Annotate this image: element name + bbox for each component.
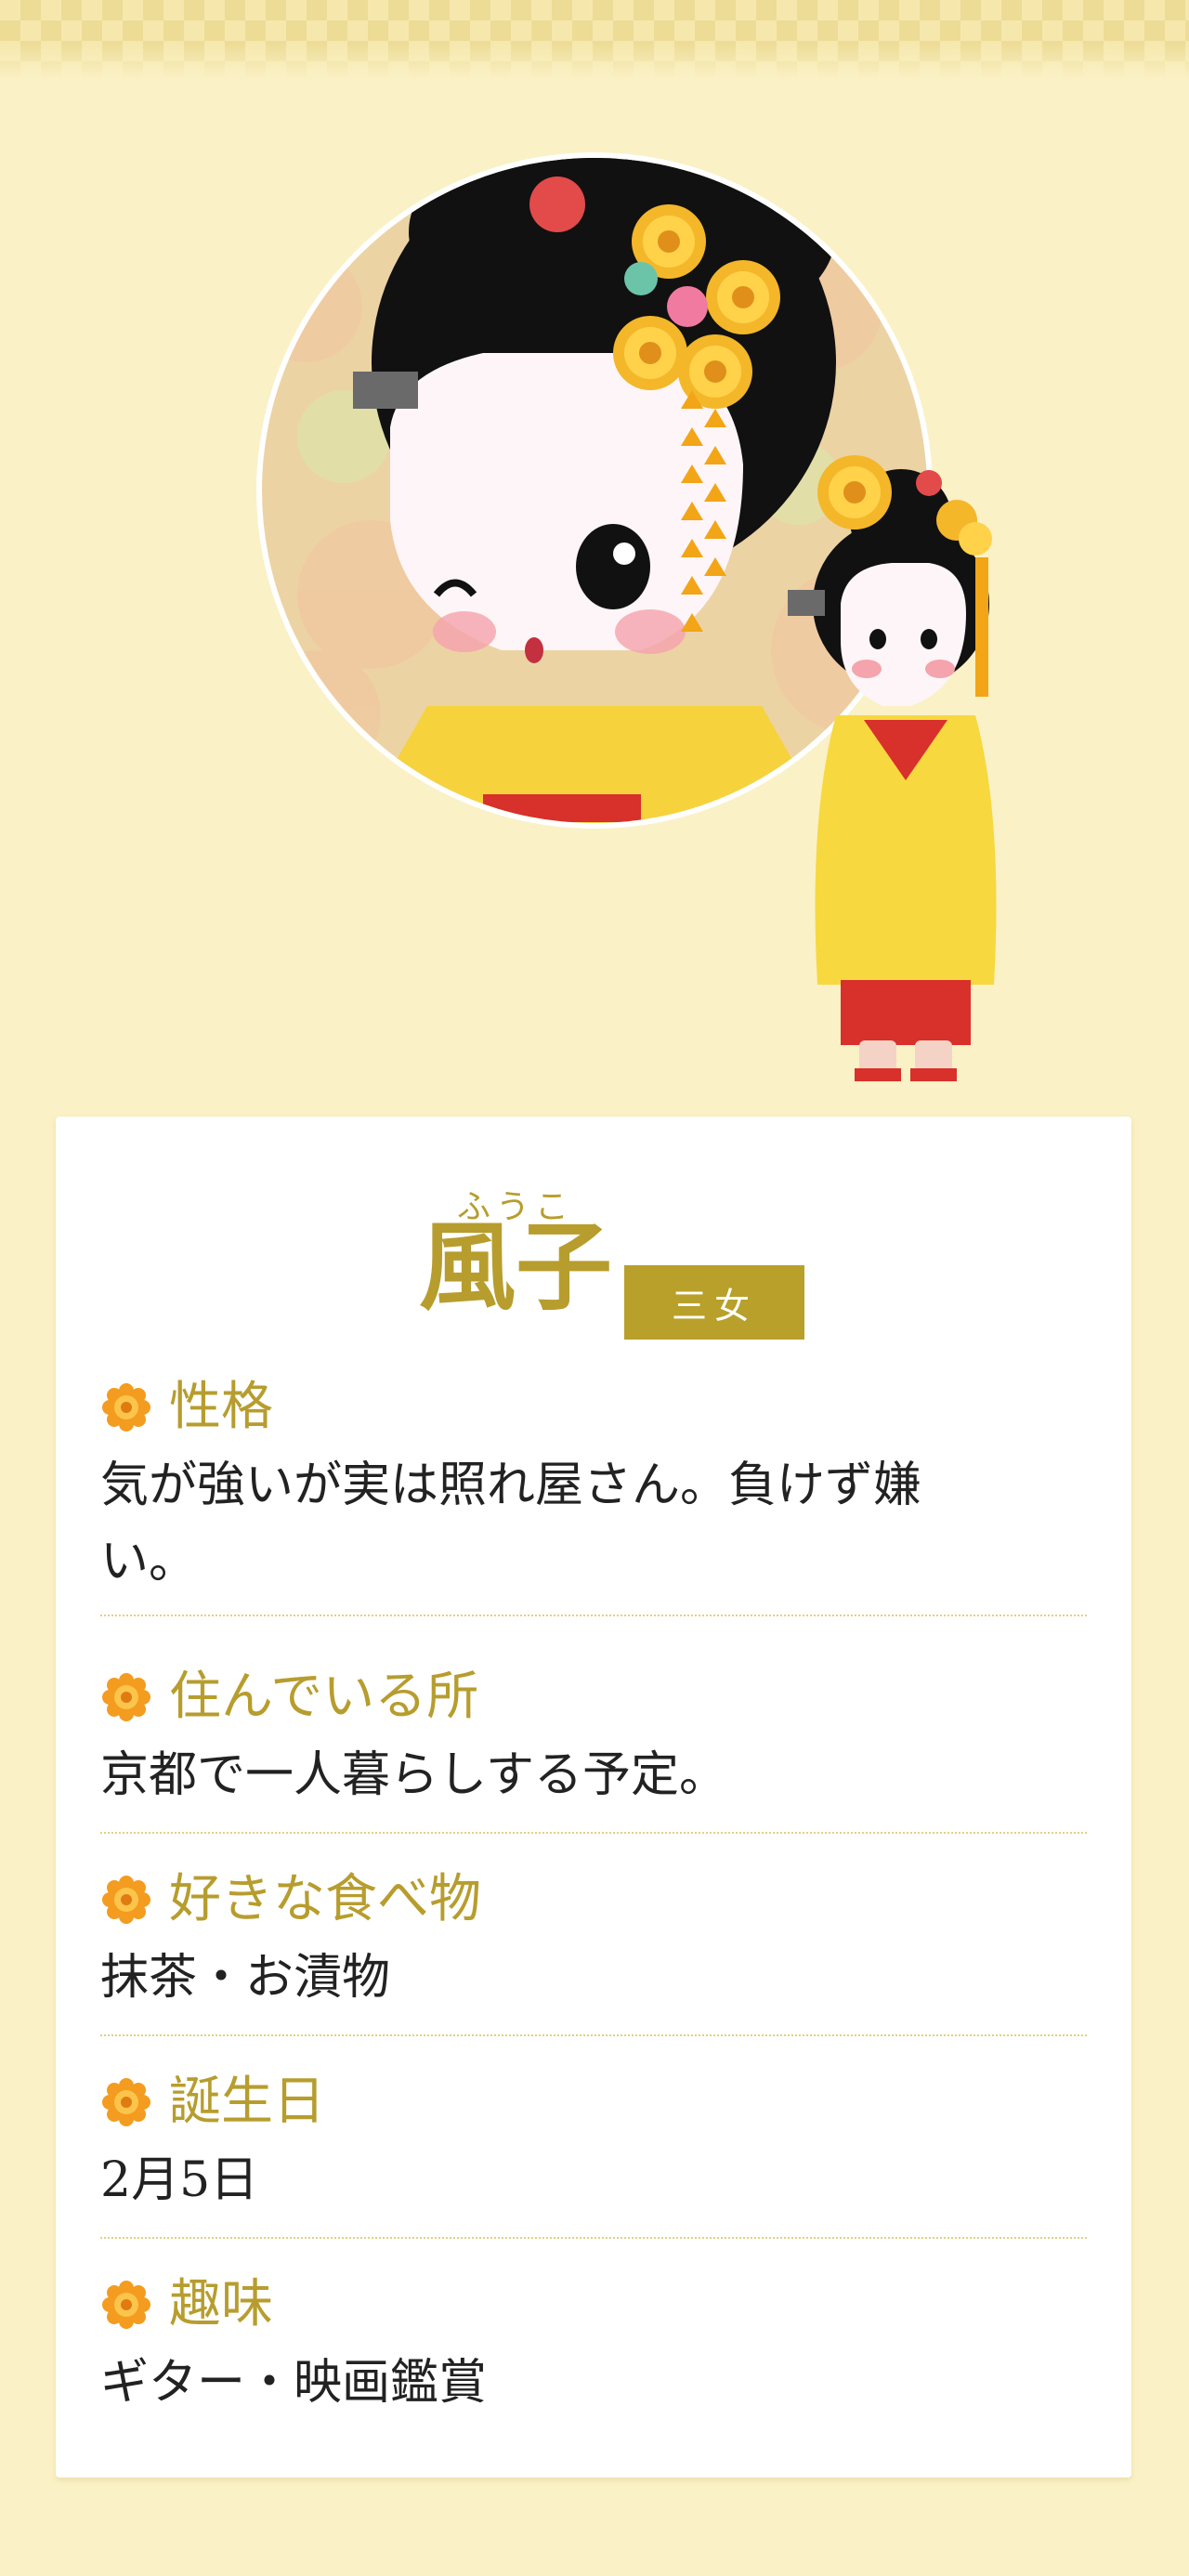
section-body: 気が強いが実は照れ屋さん。負けず嫌 い。: [100, 1458, 922, 1589]
orange-flower-icon: [102, 2281, 150, 2329]
section-birthday: 誕生日 2月5日: [100, 2070, 1087, 2239]
orange-flower-icon: [102, 1876, 150, 1924]
section-residence: 住んでいる所 京都で一人暮らしする予定。: [100, 1665, 1087, 1834]
section-title: 誕生日: [169, 2072, 325, 2132]
name-header: ふうこ 風子 三女: [56, 1117, 1131, 1349]
orange-flower-icon: [102, 1673, 150, 1721]
section-title: 住んでいる所: [169, 1667, 479, 1727]
section-personality: 性格 気が強いが実は照れ屋さん。負けず嫌 い。: [100, 1375, 1087, 1616]
section-body: 2月5日: [100, 2152, 259, 2208]
orange-flower-icon: [102, 1383, 150, 1432]
sister-badge: 三女: [624, 1265, 804, 1340]
character-name: 風子: [418, 1210, 612, 1324]
section-hobby: 趣味 ギター・映画鑑賞: [100, 2272, 1087, 2439]
section-title: 性格: [169, 1377, 273, 1437]
section-favorite-food: 好きな食べ物 抹茶・お漬物: [100, 1867, 1087, 2036]
section-body: ギター・映画鑑賞: [100, 2355, 488, 2411]
section-title: 好きな食べ物: [169, 1869, 481, 1929]
character-illustration: [0, 80, 1189, 1102]
section-title: 趣味: [169, 2274, 273, 2334]
section-body: 抹茶・お漬物: [100, 1950, 391, 2006]
checker-pattern-header: [0, 0, 1189, 80]
profile-card: ふうこ 風子 三女 性格 気が強いが実は照れ屋さん。負けず嫌 い。 住んでいる所…: [56, 1117, 1131, 2478]
section-body: 京都で一人暮らしする予定。: [100, 1747, 727, 1803]
orange-flower-icon: [102, 2078, 150, 2126]
